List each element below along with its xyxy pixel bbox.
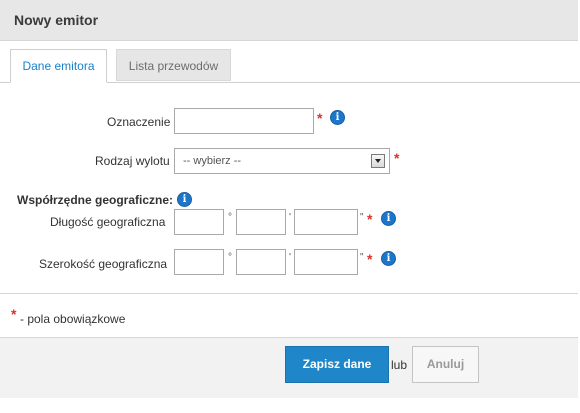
tab-dane-emitora[interactable]: Dane emitora	[10, 49, 107, 83]
rodzaj-wylotu-select[interactable]: -- wybierz --	[174, 148, 390, 174]
latitude-seconds-input[interactable]	[294, 249, 358, 275]
required-marker: *	[367, 211, 373, 227]
longitude-minutes-input[interactable]	[236, 209, 286, 235]
degree-separator: °	[228, 212, 232, 223]
save-button[interactable]: Zapisz dane	[285, 346, 389, 383]
geo-coordinates-heading: Współrzędne geograficzne:	[17, 193, 174, 207]
dialog-titlebar: Nowy emitor	[0, 0, 578, 41]
minute-separator: '	[289, 252, 291, 263]
or-text: lub	[391, 358, 408, 372]
required-fields-note: - pola obowiązkowe	[20, 312, 126, 326]
info-icon[interactable]: i	[330, 110, 345, 125]
oznaczenie-label: Oznaczenie	[107, 115, 171, 129]
info-icon[interactable]: i	[177, 192, 192, 207]
select-value: -- wybierz --	[183, 155, 242, 167]
tab-bar: Dane emitora Lista przewodów	[0, 41, 580, 83]
longitude-degrees-input[interactable]	[174, 209, 224, 235]
oznaczenie-input[interactable]	[174, 108, 314, 134]
second-separator: "	[360, 252, 364, 263]
latitude-degrees-input[interactable]	[174, 249, 224, 275]
required-marker: *	[317, 110, 323, 126]
latitude-label: Szerokość geograficzna	[39, 257, 168, 271]
cancel-button[interactable]: Anuluj	[412, 346, 479, 383]
rodzaj-wylotu-label: Rodzaj wylotu	[95, 154, 170, 168]
longitude-seconds-input[interactable]	[294, 209, 358, 235]
chevron-down-icon[interactable]	[371, 154, 385, 168]
longitude-label: Długość geograficzna	[50, 215, 166, 229]
tab-lista-przewodow[interactable]: Lista przewodów	[116, 49, 231, 81]
section-divider	[0, 293, 578, 294]
required-marker: *	[367, 251, 373, 267]
required-marker: *	[11, 306, 17, 322]
required-marker: *	[394, 150, 400, 166]
minute-separator: '	[289, 212, 291, 223]
degree-separator: °	[228, 252, 232, 263]
second-separator: "	[360, 212, 364, 223]
latitude-minutes-input[interactable]	[236, 249, 286, 275]
info-icon[interactable]: i	[381, 211, 396, 226]
dialog-title: Nowy emitor	[14, 12, 99, 28]
info-icon[interactable]: i	[381, 251, 396, 266]
